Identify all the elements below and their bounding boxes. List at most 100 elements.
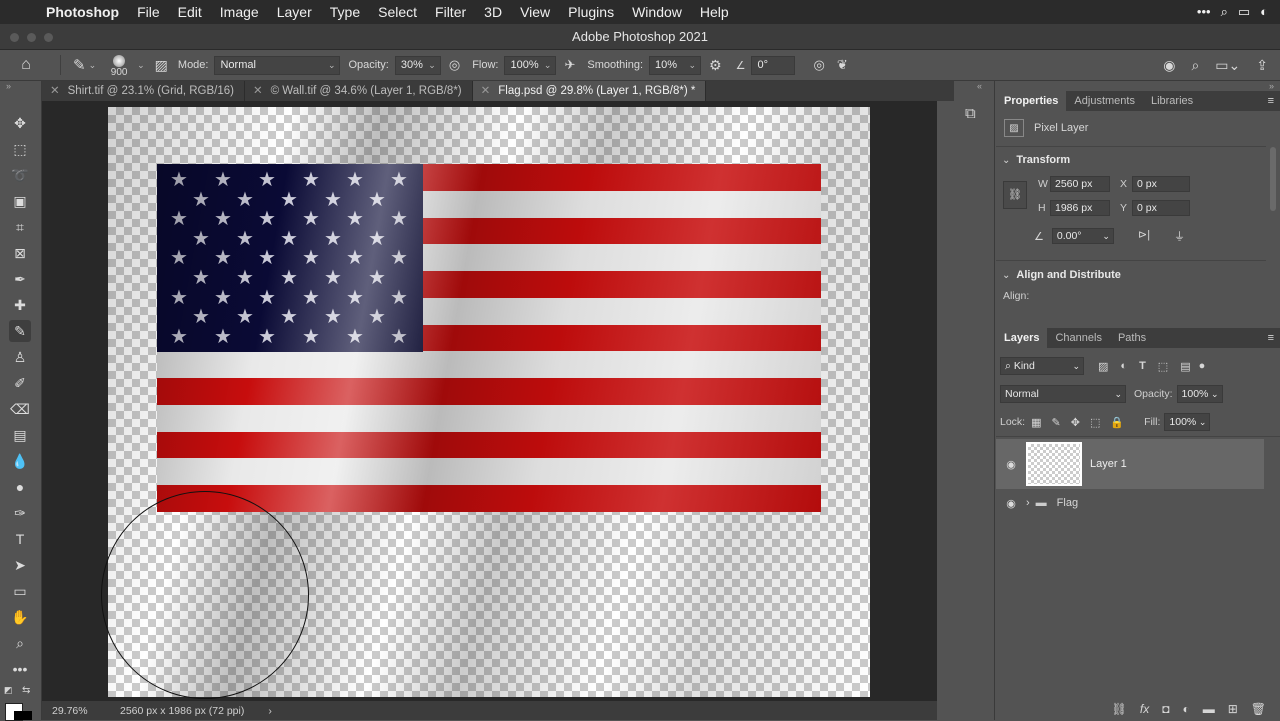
new-group-icon[interactable]: ▬: [1203, 702, 1215, 716]
eyedropper-tool-icon[interactable]: ✒: [9, 268, 31, 290]
filter-smart-object-icon[interactable]: ▤: [1180, 360, 1190, 373]
share-export-icon[interactable]: ⇪: [1256, 57, 1268, 74]
history-panel-icon[interactable]: ⧉: [965, 105, 976, 122]
menu-plugins[interactable]: Plugins: [559, 4, 623, 20]
menu-layer[interactable]: Layer: [268, 4, 321, 20]
gear-icon[interactable]: ⚙: [709, 57, 722, 74]
eye-icon[interactable]: ◉: [996, 458, 1026, 471]
link-layers-icon[interactable]: ⛓: [1112, 702, 1127, 716]
path-selection-tool-icon[interactable]: ➤: [9, 554, 31, 576]
delete-layer-icon[interactable]: 🗑: [1251, 702, 1266, 716]
type-tool-icon[interactable]: T: [9, 528, 31, 550]
collapse-panels-icon[interactable]: «: [977, 81, 982, 91]
lock-position-icon[interactable]: ✥: [1071, 416, 1080, 429]
menu-help[interactable]: Help: [691, 4, 738, 20]
link-dimensions-button[interactable]: ⛓: [1003, 181, 1027, 209]
tab-libraries[interactable]: Libraries: [1143, 91, 1201, 111]
lock-artboard-icon[interactable]: ⬚: [1090, 416, 1100, 429]
flip-vertical-icon[interactable]: ⏚: [1174, 228, 1185, 244]
close-window-button[interactable]: [10, 33, 19, 42]
flow-input[interactable]: 100% ⌄: [504, 55, 557, 75]
crop-tool-icon[interactable]: ⌗: [9, 216, 31, 238]
layer-opacity-input[interactable]: 100% ⌄: [1176, 385, 1223, 403]
zoom-tool-icon[interactable]: ⌕: [9, 632, 31, 654]
panel-menu-icon[interactable]: ≡: [1268, 95, 1280, 107]
airbrush-icon[interactable]: ✈: [564, 57, 575, 73]
close-icon[interactable]: ✕: [253, 85, 263, 97]
menu-file[interactable]: File: [128, 4, 169, 20]
menu-view[interactable]: View: [511, 4, 559, 20]
lock-all-icon[interactable]: 🔒: [1110, 416, 1124, 429]
document-info[interactable]: 2560 px x 1986 px (72 ppi): [120, 705, 244, 717]
canvas-area[interactable]: ★★★★★★★★★★★★★★★★★★★★★★★★★★★★★★★★★★★★★★★★…: [42, 101, 937, 701]
tab-shirt[interactable]: ✕ Shirt.tif @ 23.1% (Grid, RGB/16): [42, 81, 245, 101]
lock-image-icon[interactable]: ✎: [1052, 416, 1061, 429]
height-input[interactable]: 1986 px: [1050, 200, 1110, 216]
brush-preset-icon[interactable]: ✎: [73, 56, 86, 74]
blend-mode-select[interactable]: Normal ⌄: [1000, 385, 1126, 403]
close-icon[interactable]: ✕: [50, 85, 60, 97]
swap-colors-icon[interactable]: ⇆: [22, 685, 30, 696]
background-color-swatch[interactable]: [14, 711, 32, 720]
filter-toggle-icon[interactable]: ●: [1199, 360, 1206, 372]
siri-icon[interactable]: ◐: [1260, 4, 1268, 20]
brush-size-preview[interactable]: 900: [104, 54, 134, 78]
collapse-tools-icon[interactable]: »: [6, 81, 11, 91]
fill-input[interactable]: 100% ⌄: [1164, 413, 1211, 431]
chevron-right-icon[interactable]: ›: [268, 705, 272, 717]
filter-type-icon[interactable]: T: [1139, 360, 1146, 372]
marquee-tool-icon[interactable]: ⬚: [9, 138, 31, 160]
frame-tool-icon[interactable]: ⊠: [9, 242, 31, 264]
close-icon[interactable]: ✕: [481, 85, 491, 97]
layer-name[interactable]: Flag: [1057, 497, 1078, 509]
flip-horizontal-icon[interactable]: ⊳|: [1138, 228, 1150, 241]
dodge-tool-icon[interactable]: ●: [9, 476, 31, 498]
layer-style-icon[interactable]: fx: [1140, 702, 1149, 716]
layer-filter-select[interactable]: ⌕ Kind ⌄: [1000, 357, 1084, 375]
brush-tool-icon[interactable]: ✎: [9, 320, 31, 342]
blur-tool-icon[interactable]: 💧: [9, 450, 31, 472]
properties-scrollbar[interactable]: [1270, 147, 1276, 211]
tab-properties[interactable]: Properties: [996, 91, 1067, 111]
eraser-tool-icon[interactable]: ⌫: [9, 398, 31, 420]
x-input[interactable]: 0 px: [1132, 176, 1190, 192]
menu-select[interactable]: Select: [369, 4, 426, 20]
rectangle-tool-icon[interactable]: ▭: [9, 580, 31, 602]
layer-name[interactable]: Layer 1: [1090, 458, 1127, 470]
tab-channels[interactable]: Channels: [1047, 328, 1109, 348]
adjustment-layer-icon[interactable]: ◐: [1182, 702, 1189, 716]
menu-type[interactable]: Type: [321, 4, 369, 20]
filter-adjustment-icon[interactable]: ◐: [1120, 360, 1127, 372]
tab-adjustments[interactable]: Adjustments: [1066, 91, 1143, 111]
pressure-size-icon[interactable]: ◎: [813, 57, 824, 73]
pen-tool-icon[interactable]: ✑: [9, 502, 31, 524]
y-input[interactable]: 0 px: [1132, 200, 1190, 216]
angle-input[interactable]: 0°: [751, 55, 796, 75]
panel-menu-icon[interactable]: ≡: [1268, 332, 1280, 344]
lasso-tool-icon[interactable]: ➰: [9, 164, 31, 186]
edit-toolbar-icon[interactable]: •••: [9, 658, 31, 680]
default-colors-icon[interactable]: ◩: [4, 685, 13, 696]
healing-brush-tool-icon[interactable]: ✚: [9, 294, 31, 316]
chevron-down-icon[interactable]: ⌄: [1002, 155, 1010, 166]
move-tool-icon[interactable]: ✥: [9, 112, 31, 134]
tab-paths[interactable]: Paths: [1110, 328, 1154, 348]
chevron-down-icon[interactable]: ⌄: [1002, 270, 1010, 281]
chevron-right-icon[interactable]: ›: [1026, 497, 1030, 509]
minimize-window-button[interactable]: [27, 33, 36, 42]
tab-layers[interactable]: Layers: [996, 328, 1048, 348]
symmetry-icon[interactable]: ❦: [837, 57, 848, 73]
gradient-tool-icon[interactable]: ▤: [9, 424, 31, 446]
menu-3d[interactable]: 3D: [475, 4, 511, 20]
tab-flag[interactable]: ✕ Flag.psd @ 29.8% (Layer 1, RGB/8*) *: [472, 81, 707, 101]
hand-tool-icon[interactable]: ✋: [9, 606, 31, 628]
search-icon[interactable]: ⌕: [1191, 57, 1199, 74]
filter-pixel-icon[interactable]: ▨: [1098, 360, 1108, 373]
add-mask-icon[interactable]: ◘: [1162, 702, 1169, 716]
tab-wall[interactable]: ✕ © Wall.tif @ 34.6% (Layer 1, RGB/8*): [245, 81, 473, 101]
control-center-icon[interactable]: ▭: [1238, 4, 1250, 20]
workspace-icon[interactable]: ▭⌄: [1215, 57, 1240, 74]
object-selection-tool-icon[interactable]: ▣: [9, 190, 31, 212]
new-layer-icon[interactable]: ⊞: [1228, 702, 1238, 716]
menu-app-name[interactable]: Photoshop: [40, 4, 128, 20]
